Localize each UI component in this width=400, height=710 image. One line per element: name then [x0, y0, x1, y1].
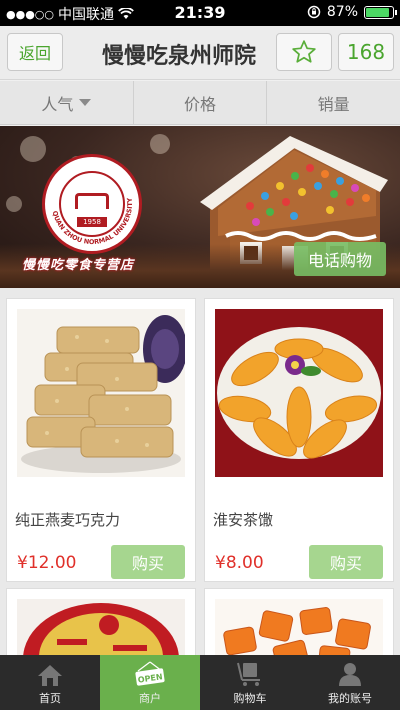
candy-tin-image	[17, 599, 185, 655]
phone-order-button[interactable]: 电话购物	[294, 242, 386, 276]
nav-header: 返回 慢慢吃泉州师院 168	[0, 26, 400, 80]
tab-label: 购物车	[233, 692, 267, 705]
sort-price[interactable]: 价格	[134, 81, 268, 124]
battery-percent: 87%	[326, 4, 358, 20]
tab-bar: 首页 OPEN 商户 购物车 我的账号	[0, 655, 400, 710]
back-button[interactable]: 返回	[7, 33, 63, 71]
cart-icon	[237, 662, 260, 686]
tab-label: 商户	[139, 692, 161, 705]
buy-button[interactable]: 购买	[309, 545, 383, 579]
sort-label: 销量	[317, 94, 350, 114]
status-bar: ●●●○○ 中国联通 21:39 87%	[0, 0, 400, 26]
product-image	[215, 309, 383, 477]
battery-icon	[364, 5, 397, 19]
tab-cart[interactable]: 购物车	[200, 655, 300, 710]
product-image	[215, 599, 383, 655]
rotation-lock-icon	[307, 5, 321, 19]
university-logo: 1958 QUAN ZHOU NORMAL UNIVERSITY	[42, 154, 142, 254]
tab-home[interactable]: 首页	[0, 655, 100, 710]
sort-label: 人气	[41, 94, 74, 114]
product-card[interactable]	[204, 588, 394, 655]
home-icon	[38, 665, 62, 686]
page-title: 慢慢吃泉州师院	[102, 44, 257, 68]
sort-popularity[interactable]: 人气	[0, 81, 134, 124]
logo-ring-text: QUAN ZHOU NORMAL UNIVERSITY	[51, 197, 134, 246]
favorite-button[interactable]	[276, 33, 332, 71]
product-image	[17, 599, 185, 655]
tab-label: 首页	[39, 692, 61, 705]
product-grid: 纯正燕麦巧克力 ¥12.00 购买 淮安茶馓 ¥8.00 购买	[0, 288, 400, 655]
product-image	[17, 309, 185, 477]
product-card[interactable]: 纯正燕麦巧克力 ¥12.00 购买	[6, 298, 196, 582]
promo-banner[interactable]: 1958 QUAN ZHOU NORMAL UNIVERSITY 慢慢吃零食专营…	[0, 126, 400, 288]
product-price: ¥12.00	[17, 553, 77, 573]
product-price: ¥8.00	[215, 553, 264, 573]
oat-bars-image	[17, 309, 185, 477]
star-icon	[292, 40, 316, 63]
sort-label: 价格	[184, 94, 217, 114]
banner-caption: 慢慢吃零食专营店	[22, 258, 135, 273]
product-name: 纯正燕麦巧克力	[15, 511, 121, 529]
sort-sales[interactable]: 销量	[267, 81, 400, 124]
tab-account[interactable]: 我的账号	[300, 655, 400, 710]
open-sign-icon: OPEN	[135, 661, 165, 686]
count-button[interactable]: 168	[338, 33, 394, 71]
candied-fruit-image	[215, 599, 383, 655]
user-icon	[339, 663, 361, 686]
tab-label: 我的账号	[328, 692, 372, 705]
tea-twists-image	[215, 309, 383, 477]
product-name: 淮安茶馓	[213, 511, 274, 529]
sort-bar: 人气 价格 销量	[0, 81, 400, 125]
product-card[interactable]: 淮安茶馓 ¥8.00 购买	[204, 298, 394, 582]
caret-down-icon	[79, 99, 92, 106]
svg-text:QUAN ZHOU NORMAL UNIVERSITY: QUAN ZHOU NORMAL UNIVERSITY	[51, 197, 134, 246]
product-card[interactable]	[6, 588, 196, 655]
buy-button[interactable]: 购买	[111, 545, 185, 579]
tab-merchants[interactable]: OPEN 商户	[100, 655, 200, 710]
